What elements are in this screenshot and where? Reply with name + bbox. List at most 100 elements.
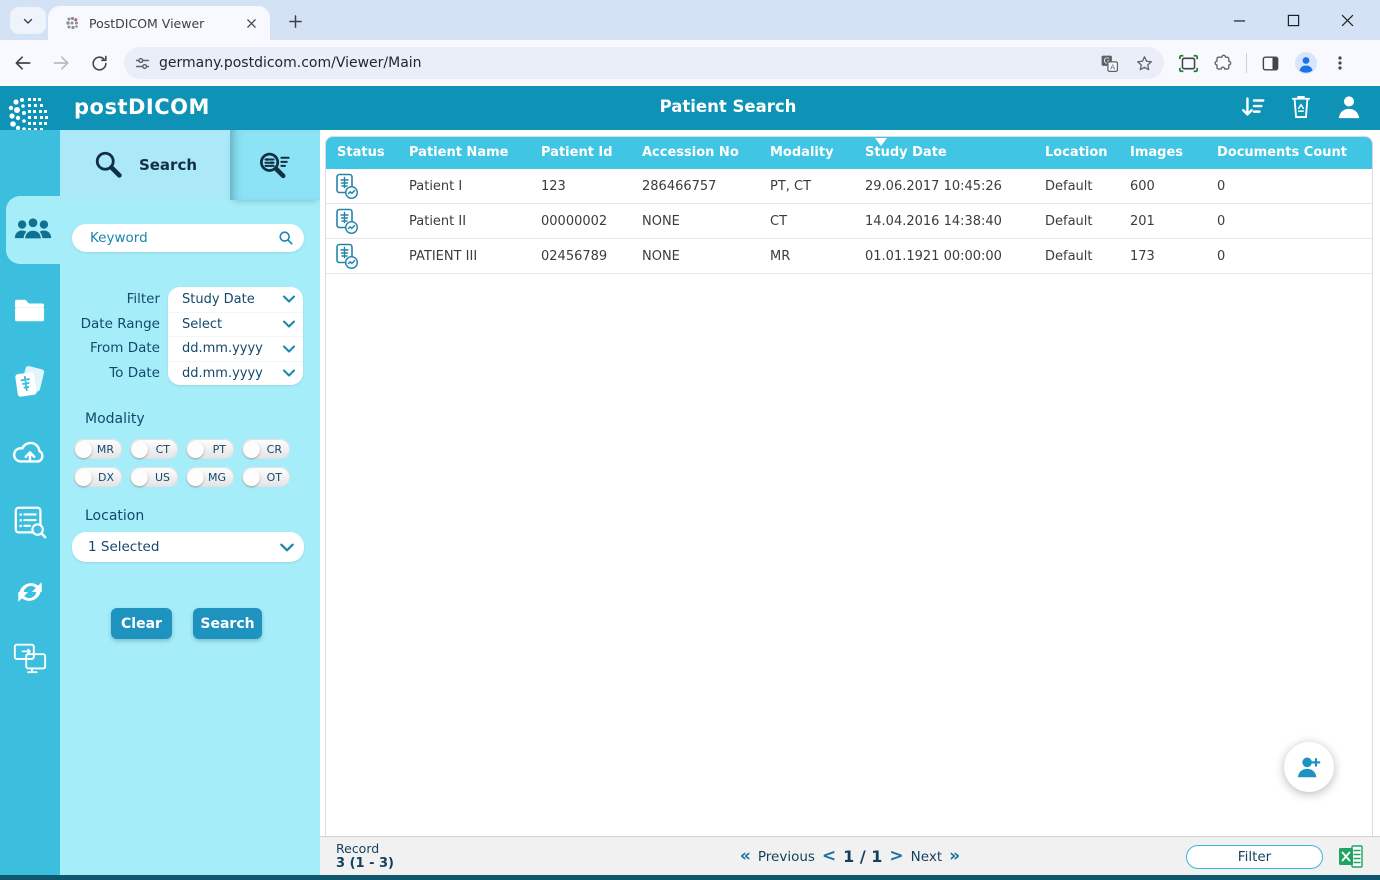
image-stack-icon (11, 363, 49, 401)
browser-tab[interactable]: PostDICOM Viewer (48, 6, 270, 40)
order-list-search-icon (12, 504, 48, 540)
to-date-select[interactable]: dd.mm.yyyy (168, 361, 303, 386)
modality-toggle-cr[interactable]: CR (242, 439, 290, 459)
modality-option-label: DX (92, 471, 122, 484)
record-count: Record 3 (1 - 3) (336, 841, 394, 871)
clear-button[interactable]: Clear (111, 608, 172, 639)
column-header-documents-count[interactable]: Documents Count (1217, 137, 1347, 169)
table-row-patient-2[interactable]: Patient II 00000002 NONE CT 14.04.2016 1… (326, 204, 1372, 239)
sort-descending-icon (875, 138, 887, 146)
tab-advanced-search[interactable] (230, 130, 320, 200)
window-controls (1226, 0, 1372, 40)
modality-toggle-dx[interactable]: DX (74, 467, 122, 487)
translate-icon[interactable]: GA (1100, 54, 1119, 73)
screen-capture-icon[interactable] (1178, 54, 1199, 73)
table-row-patient-3[interactable]: PATIENT III 02456789 NONE MR 01.01.1921 … (326, 239, 1372, 274)
cell-study-date: 14.04.2016 14:38:40 (865, 204, 1002, 239)
modality-toggle-ct[interactable]: CT (130, 439, 178, 459)
reload-icon[interactable] (84, 48, 114, 78)
cell-patient-name: Patient I (409, 169, 462, 204)
cell-location: Default (1045, 239, 1093, 274)
pagination: « Previous < 1 / 1 > Next » (740, 837, 960, 876)
column-header-status[interactable]: Status (337, 137, 385, 169)
bookmark-star-icon[interactable] (1135, 54, 1154, 73)
cell-patient-id: 123 (541, 169, 566, 204)
export-excel-icon[interactable] (1338, 844, 1364, 869)
cell-patient-name: Patient II (409, 204, 466, 239)
cell-modality: CT (770, 204, 787, 239)
modality-row-2: DX US MG OT (74, 467, 290, 487)
sidebar-item-remote-screens[interactable] (0, 628, 60, 688)
patients-group-icon (13, 214, 53, 246)
url-bar[interactable]: germany.postdicom.com/Viewer/Main GA (124, 47, 1164, 79)
toolbar-divider (1246, 53, 1247, 73)
tab-title: PostDICOM Viewer (89, 16, 242, 31)
keyword-search-icon[interactable] (278, 230, 294, 246)
header-action-icons (1240, 92, 1362, 122)
profile-avatar-icon[interactable] (1294, 51, 1318, 75)
first-page-icon[interactable]: « (740, 848, 751, 865)
minimize-icon[interactable] (1226, 7, 1252, 33)
recycle-bin-icon[interactable] (1288, 92, 1314, 122)
modality-toggle-mr[interactable]: MR (74, 439, 122, 459)
study-status-icon (334, 243, 360, 270)
toggle-knob (131, 469, 148, 486)
table-row-patient-1[interactable]: Patient I 123 286466757 PT, CT 29.06.201… (326, 169, 1372, 204)
browser-menu-kebab-icon[interactable] (1332, 54, 1348, 72)
last-page-icon[interactable]: » (949, 848, 960, 865)
maximize-icon[interactable] (1280, 7, 1306, 33)
sidebar-item-cloud-upload[interactable] (0, 422, 60, 482)
folder-icon (12, 295, 48, 325)
next-page-icon[interactable]: > (889, 848, 903, 865)
from-date-select[interactable]: dd.mm.yyyy (168, 336, 303, 361)
column-header-accession-no[interactable]: Accession No (642, 137, 739, 169)
sidebar-item-patients[interactable] (6, 196, 60, 264)
date-range-select[interactable]: Select (168, 312, 303, 337)
sort-order-icon[interactable] (1240, 92, 1266, 122)
search-button[interactable]: Search (193, 608, 262, 639)
site-info-icon[interactable] (134, 55, 151, 72)
location-select[interactable]: 1 Selected (72, 532, 304, 562)
tab-simple-search[interactable]: Search (60, 130, 230, 200)
forward-icon[interactable] (46, 48, 76, 78)
user-account-icon[interactable] (1336, 92, 1362, 122)
cell-location: Default (1045, 169, 1093, 204)
browser-window: PostDICOM Viewer (0, 0, 1380, 880)
extensions-puzzle-icon[interactable] (1213, 54, 1232, 73)
new-tab-button[interactable] (284, 10, 306, 32)
tab-search-button[interactable] (10, 7, 46, 34)
modality-toggle-mg[interactable]: MG (186, 467, 234, 487)
close-window-icon[interactable] (1334, 7, 1360, 33)
add-patient-button[interactable] (1284, 742, 1334, 792)
column-header-modality[interactable]: Modality (770, 137, 834, 169)
modality-toggle-ot[interactable]: OT (242, 467, 290, 487)
modality-toggle-us[interactable]: US (130, 467, 178, 487)
column-header-patient-id[interactable]: Patient Id (541, 137, 613, 169)
cloud-upload-icon (10, 436, 50, 468)
column-header-patient-name[interactable]: Patient Name (409, 137, 508, 169)
modality-toggle-pt[interactable]: PT (186, 439, 234, 459)
keyword-input[interactable] (88, 229, 278, 247)
cell-documents-count: 0 (1217, 204, 1225, 239)
chevron-down-icon (283, 369, 295, 377)
previous-page-icon[interactable]: < (822, 848, 836, 865)
toggle-knob (187, 441, 204, 458)
cell-images: 201 (1130, 204, 1155, 239)
column-header-images[interactable]: Images (1130, 137, 1183, 169)
sync-arrows-icon (12, 574, 48, 610)
filter-select[interactable]: Study Date (168, 287, 303, 312)
next-page-link[interactable]: Next (911, 849, 942, 865)
filter-button[interactable]: Filter (1186, 845, 1323, 869)
column-header-location[interactable]: Location (1045, 137, 1108, 169)
sidebar-item-order-list-search[interactable] (0, 492, 60, 552)
main-content: Status Patient Name Patient Id Accession… (320, 130, 1380, 880)
cell-modality: PT, CT (770, 169, 811, 204)
tab-close-icon[interactable] (242, 14, 260, 32)
sidebar-item-sync[interactable] (0, 562, 60, 622)
side-panel-icon[interactable] (1261, 54, 1280, 73)
keyword-search-field[interactable] (72, 224, 304, 252)
sidebar-item-folders[interactable] (0, 280, 60, 340)
back-icon[interactable] (8, 48, 38, 78)
sidebar-item-image-stack[interactable] (0, 352, 60, 412)
previous-page-link[interactable]: Previous (758, 849, 815, 865)
